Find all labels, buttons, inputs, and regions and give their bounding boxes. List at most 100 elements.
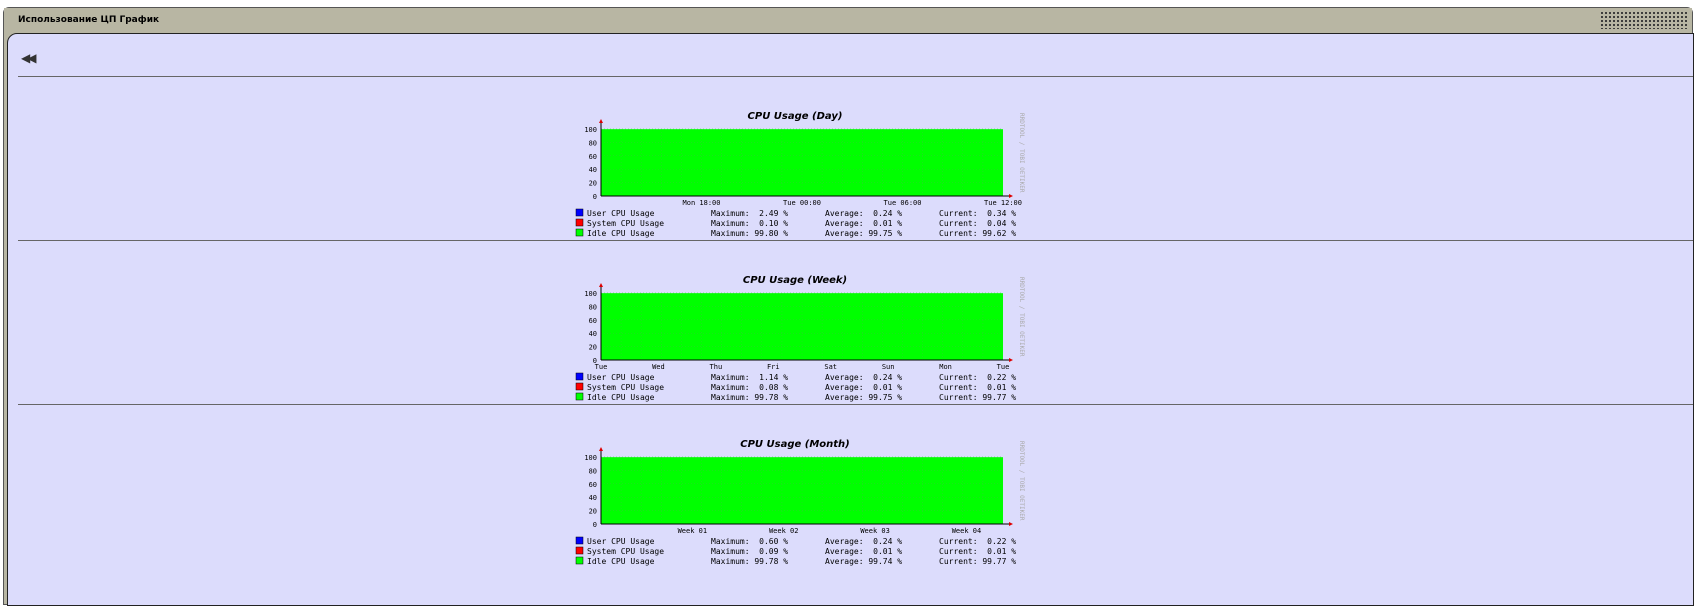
x-tick-label: Week 03 (860, 527, 890, 535)
legend-max: Maximum: 0.09 % (711, 547, 788, 556)
back-icon[interactable]: ◀◀ (21, 51, 37, 65)
legend-label: User CPU Usage (587, 537, 655, 546)
x-tick-label: Mon (939, 363, 952, 371)
y-axis-arrow (599, 283, 603, 287)
chart-day: CPU Usage (Day) 0 20 40 60 80 100 Mon 18:00 Tue … (575, 111, 1025, 255)
x-axis-arrow (1009, 358, 1013, 362)
x-tick-label: Week 02 (769, 527, 799, 535)
chart-month: CPU Usage (Month) 0 20 40 60 80 100 Week 01 Week… (575, 439, 1025, 583)
legend-label: Idle CPU Usage (587, 229, 655, 238)
legend-cur: Current: 99.77 % (939, 557, 1016, 566)
window-title: Использование ЦП График (18, 15, 160, 25)
x-tick-label: Tue 06:00 (884, 199, 922, 207)
legend-label: Idle CPU Usage (587, 393, 655, 402)
legend-cur: Current: 0.22 % (939, 373, 1016, 382)
watermark: RRDTOOL / TOBI OETIKER (1018, 113, 1025, 193)
x-tick-label: Tue (997, 363, 1010, 371)
legend-max: Maximum: 99.80 % (711, 229, 788, 238)
legend-swatch (575, 228, 584, 237)
title-bar-grip[interactable] (1600, 11, 1688, 29)
y-tick-label: 40 (589, 494, 597, 502)
x-tick-label: Wed (652, 363, 665, 371)
x-tick-label: Fri (767, 363, 780, 371)
window-frame: Использование ЦП График ◀◀ CPU Usage (Da… (3, 7, 1694, 606)
legend-avg: Average: 0.24 % (825, 209, 902, 218)
legend-label: System CPU Usage (587, 219, 664, 228)
x-tick-label: Sat (824, 363, 837, 371)
legend-max: Maximum: 2.49 % (711, 209, 788, 218)
legend-swatch (575, 218, 584, 227)
chart-title: CPU Usage (Month) (740, 439, 850, 450)
legend-swatch (575, 392, 584, 401)
watermark: RRDTOOL / TOBI OETIKER (1018, 441, 1025, 521)
y-tick-label: 40 (589, 166, 597, 174)
legend-swatch (575, 536, 584, 545)
legend-swatch (575, 372, 584, 381)
legend-max: Maximum: 0.60 % (711, 537, 788, 546)
legend-max: Maximum: 99.78 % (711, 393, 788, 402)
legend-label: System CPU Usage (587, 547, 664, 556)
legend-avg: Average: 99.75 % (825, 393, 902, 402)
legend-avg: Average: 0.01 % (825, 383, 902, 392)
x-tick-label: Week 01 (678, 527, 708, 535)
y-tick-label: 60 (589, 153, 597, 161)
y-tick-label: 0 (593, 193, 597, 201)
x-tick-label: Tue 00:00 (783, 199, 821, 207)
graph-month: CPU Usage (Month) 0 20 40 60 80 100 Week 01 Week… (8, 405, 1693, 583)
x-tick-label: Tue (595, 363, 608, 371)
legend-cur: Current: 0.01 % (939, 547, 1016, 556)
legend-avg: Average: 0.24 % (825, 537, 902, 546)
legend-cur: Current: 99.62 % (939, 229, 1016, 238)
y-axis-arrow (599, 119, 603, 123)
y-tick-label: 80 (589, 139, 597, 147)
y-tick-label: 60 (589, 481, 597, 489)
y-tick-label: 20 (589, 180, 597, 188)
legend-max: Maximum: 0.08 % (711, 383, 788, 392)
y-tick-label: 80 (589, 467, 597, 475)
legend-cur: Current: 99.77 % (939, 393, 1016, 402)
title-bar: Использование ЦП График (4, 8, 1692, 32)
legend-label: Idle CPU Usage (587, 557, 655, 566)
content-panel: ◀◀ CPU Usage (Day) 0 20 40 60 80 100 Mon 18:00 T… (7, 33, 1694, 606)
legend-avg: Average: 0.01 % (825, 219, 902, 228)
y-tick-label: 0 (593, 521, 597, 529)
x-tick-label: Week 04 (952, 527, 982, 535)
chart-week: CPU Usage (Week)020406080100Tue Wed Thu Fri… (575, 275, 1025, 419)
legend-avg: Average: 99.75 % (825, 229, 902, 238)
y-tick-label: 100 (584, 454, 597, 462)
graph-day: CPU Usage (Day) 0 20 40 60 80 100 Mon 18:00 Tue … (8, 77, 1693, 255)
legend-label: User CPU Usage (587, 209, 655, 218)
chart-title: CPU Usage (Week) (743, 275, 847, 286)
x-tick-label: Tue 12:00 (984, 199, 1022, 207)
legend-avg: Average: 0.01 % (825, 547, 902, 556)
legend-swatch (575, 546, 584, 555)
legend-max: Maximum: 0.10 % (711, 219, 788, 228)
legend-label: User CPU Usage (587, 373, 655, 382)
x-tick-label: Thu (710, 363, 723, 371)
y-tick-label: 100 (584, 290, 597, 298)
x-tick-label: Mon 18:00 (683, 199, 721, 207)
chart-title: CPU Usage (Day) (748, 111, 843, 122)
legend-cur: Current: 0.01 % (939, 383, 1016, 392)
legend-cur: Current: 0.34 % (939, 209, 1016, 218)
y-tick-label: 20 (589, 344, 597, 352)
legend-avg: Average: 99.74 % (825, 557, 902, 566)
x-tick-label: Sun (882, 363, 895, 371)
graph-week: CPU Usage (Week) 0 20 40 60 80 100 Tue Wed Thu Fri… (8, 241, 1693, 419)
y-axis-arrow (599, 447, 603, 451)
legend-cur: Current: 0.22 % (939, 537, 1016, 546)
y-tick-label: 20 (589, 508, 597, 516)
legend-avg: Average: 0.24 % (825, 373, 902, 382)
legend-max: Maximum: 99.78 % (711, 557, 788, 566)
watermark: RRDTOOL / TOBI OETIKER (1018, 277, 1025, 357)
y-tick-label: 100 (584, 126, 597, 134)
legend-swatch (575, 556, 584, 565)
y-tick-label: 60 (589, 317, 597, 325)
x-axis-arrow (1009, 522, 1013, 526)
y-tick-label: 80 (589, 303, 597, 311)
legend-max: Maximum: 1.14 % (711, 373, 788, 382)
legend-swatch (575, 208, 584, 217)
legend-cur: Current: 0.04 % (939, 219, 1016, 228)
legend-label: System CPU Usage (587, 383, 664, 392)
y-tick-label: 40 (589, 330, 597, 338)
